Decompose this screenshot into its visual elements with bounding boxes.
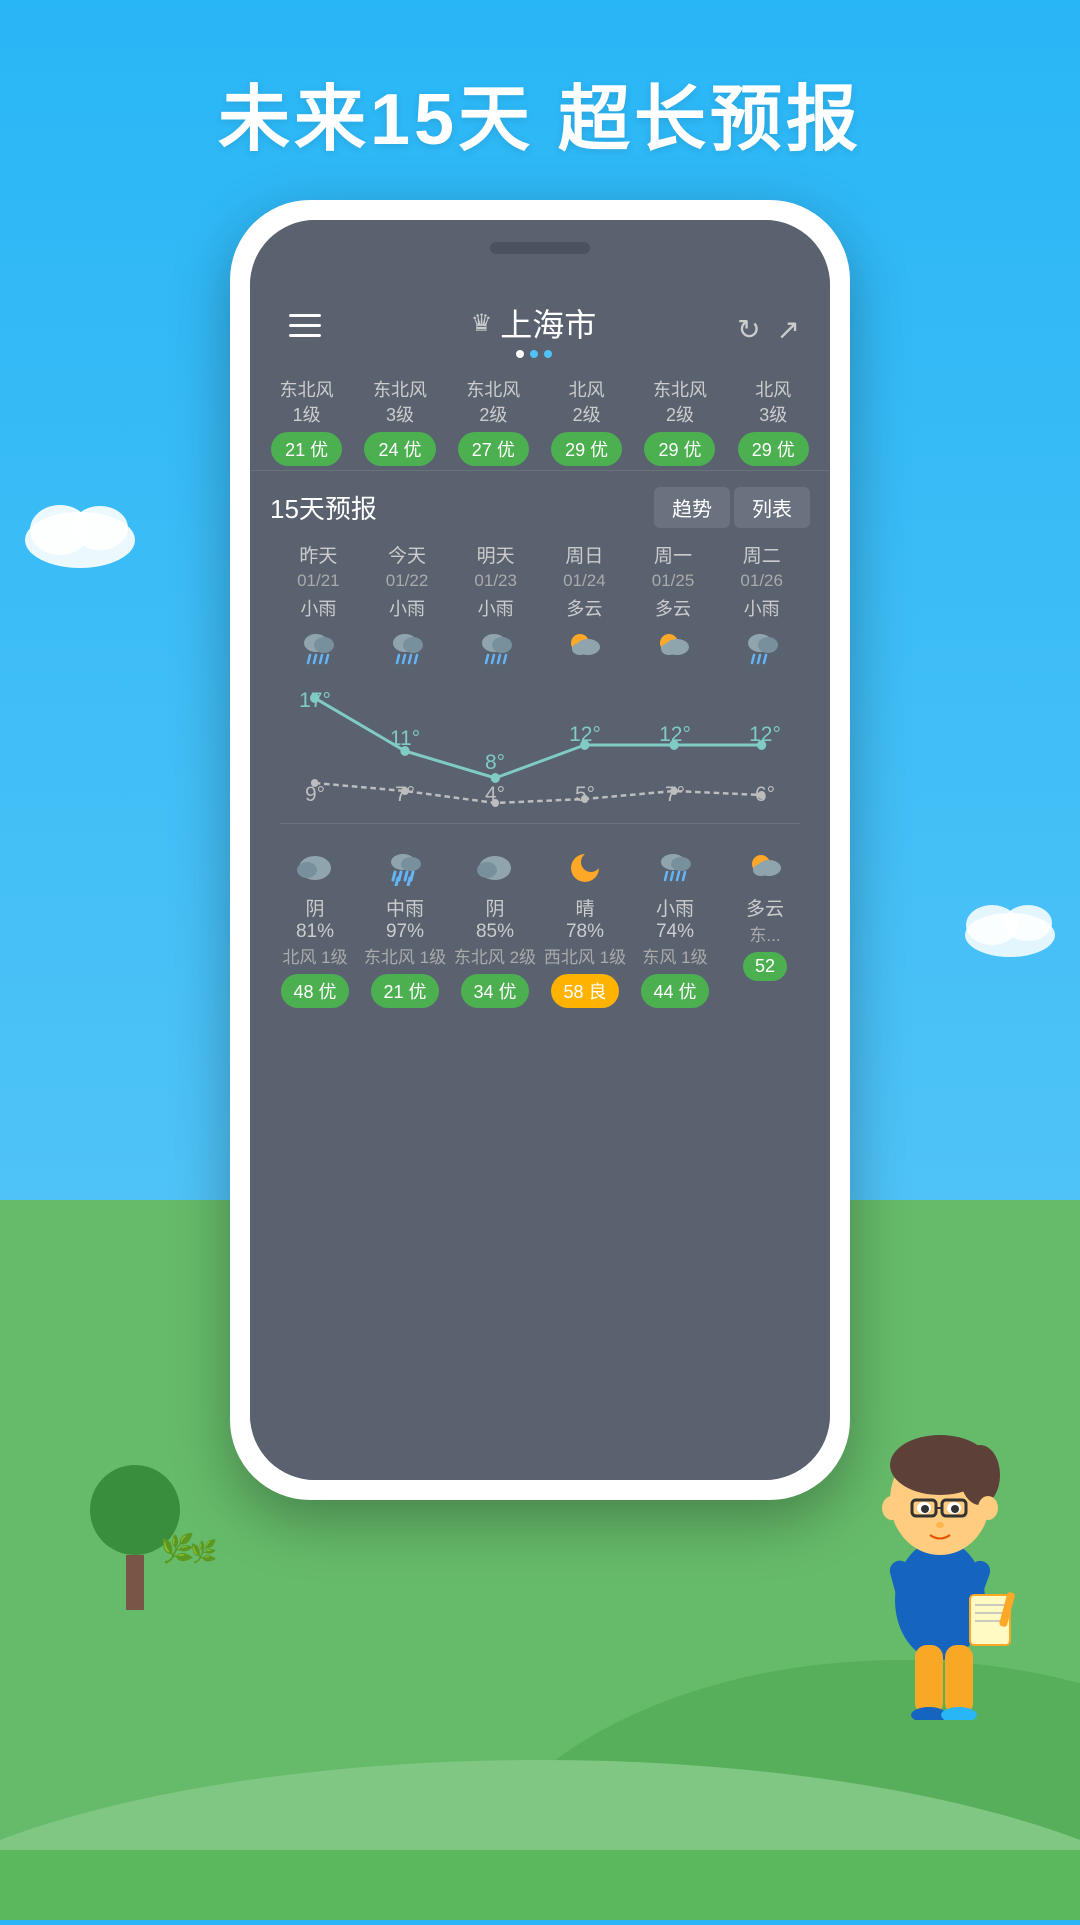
wind-item-3: 北风2级 29 优 <box>540 378 633 466</box>
bottom-icon-1 <box>380 848 430 888</box>
wind-item-2: 东北风2级 27 优 <box>447 378 540 466</box>
bottom-icon-5 <box>740 848 790 888</box>
day-col-3: 周日 01/24 多云 <box>540 544 629 673</box>
day-col-4: 周一 01/25 多云 <box>629 544 718 673</box>
phone-speaker <box>490 242 590 254</box>
temp-col-4: 12° 7° <box>630 683 720 813</box>
bottom-col-2: 阴 85% 东北风 2级 34 优 <box>450 836 540 1014</box>
crown-icon: ♛ <box>471 309 493 338</box>
temp-col-1: 11° 7° <box>360 683 450 813</box>
bottom-aqi-1: 21 优 <box>371 974 438 1008</box>
bottom-icon-0 <box>290 848 340 888</box>
bottom-section: 阴 81% 北风 1级 48 优 <box>270 828 810 1014</box>
bottom-aqi-3: 58 良 <box>551 974 618 1008</box>
temp-col-5: 12° 6° <box>720 683 810 813</box>
weather-icon-4 <box>648 627 698 667</box>
weather-icon-1 <box>382 627 432 667</box>
wind-aqi-row: 东北风1级 21 优 东北风3级 24 优 东北风2级 27 优 北风2级 29… <box>250 368 830 471</box>
bottom-icon-3 <box>560 848 610 888</box>
bottom-col-3: 晴 78% 西北风 1级 58 良 <box>540 836 630 1014</box>
headline-text: 未来15天 超长预报 <box>0 60 1080 165</box>
refresh-icon[interactable]: ↻ <box>737 313 760 346</box>
weather-icon-2 <box>471 627 521 667</box>
bottom-icon-2 <box>470 848 520 888</box>
days-row: 昨天 01/21 小雨 <box>270 544 810 673</box>
aqi-badge-4: 29 优 <box>644 432 715 466</box>
bottom-aqi-4: 44 优 <box>641 974 708 1008</box>
aqi-badge-5: 29 优 <box>738 432 809 466</box>
dot-1 <box>516 350 524 358</box>
cloud-right <box>960 900 1060 965</box>
forecast-title: 15天预报 <box>270 489 377 526</box>
top-bar-actions: ↻ ↗ <box>737 313 800 346</box>
forecast-tabs: 趋势 列表 <box>654 487 810 528</box>
bottom-aqi-5: 52 <box>743 952 787 981</box>
temp-col-2: 8° 4° <box>450 683 540 813</box>
wind-item-5: 北风3级 29 优 <box>727 378 820 466</box>
bottom-aqi-2: 34 优 <box>461 974 528 1008</box>
dot-2 <box>530 350 538 358</box>
dot-3 <box>544 350 552 358</box>
grass-tufts-2: 🌿 <box>190 1539 217 1565</box>
forecast-section: 15天预报 趋势 列表 昨天 01/21 小雨 <box>250 471 830 1014</box>
city-center: ♛ 上海市 <box>330 300 737 358</box>
day-col-0: 昨天 01/21 小雨 <box>274 544 363 673</box>
cartoon-character <box>840 1370 1040 1720</box>
wind-item-1: 东北风3级 24 优 <box>353 378 446 466</box>
temperature-chart: 17° 9° 11° 7° 8° 4° 12° <box>270 683 810 813</box>
wind-item-0: 东北风1级 21 优 <box>260 378 353 466</box>
wind-item-4: 东北风2级 29 优 <box>633 378 726 466</box>
city-dots <box>330 350 737 358</box>
bottom-icons-row: 阴 81% 北风 1级 48 优 <box>270 836 810 1014</box>
aqi-badge-1: 24 优 <box>364 432 435 466</box>
temp-labels: 17° 9° 11° 7° 8° 4° 12° <box>270 683 810 813</box>
share-icon[interactable]: ↗ <box>777 313 800 346</box>
cloud-left <box>20 500 140 575</box>
phone-inner: ♛ 上海市 ↻ ↗ 东北风1级 2 <box>250 220 830 1480</box>
bottom-col-5: 多云 东... 52 <box>720 836 810 1014</box>
bottom-aqi-0: 48 优 <box>281 974 348 1008</box>
day-col-1: 今天 01/22 小雨 <box>363 544 452 673</box>
menu-icon[interactable] <box>280 313 330 345</box>
city-name: 上海市 <box>500 300 596 346</box>
section-divider <box>280 823 800 824</box>
bottom-icon-4 <box>650 848 700 888</box>
aqi-badge-3: 29 优 <box>551 432 622 466</box>
temp-col-0: 17° 9° <box>270 683 360 813</box>
weather-icon-5 <box>737 627 787 667</box>
phone-frame: ♛ 上海市 ↻ ↗ 东北风1级 2 <box>230 200 850 1500</box>
top-bar: ♛ 上海市 ↻ ↗ <box>250 280 830 368</box>
tab-list[interactable]: 列表 <box>734 487 810 528</box>
app-content: ♛ 上海市 ↻ ↗ 东北风1级 2 <box>250 220 830 1480</box>
tab-trend[interactable]: 趋势 <box>654 487 730 528</box>
forecast-header: 15天预报 趋势 列表 <box>270 487 810 528</box>
bottom-col-4: 小雨 74% 东风 1级 44 优 <box>630 836 720 1014</box>
weather-icon-3 <box>559 627 609 667</box>
day-col-2: 明天 01/23 小雨 <box>451 544 540 673</box>
bottom-col-1: 中雨 97% 东北风 1级 21 优 <box>360 836 450 1014</box>
aqi-badge-0: 21 优 <box>271 432 342 466</box>
temp-col-3: 12° 5° <box>540 683 630 813</box>
bottom-col-0: 阴 81% 北风 1级 48 优 <box>270 836 360 1014</box>
aqi-badge-2: 27 优 <box>458 432 529 466</box>
weather-icon-0 <box>293 627 343 667</box>
day-col-5: 周二 01/26 小雨 <box>717 544 806 673</box>
